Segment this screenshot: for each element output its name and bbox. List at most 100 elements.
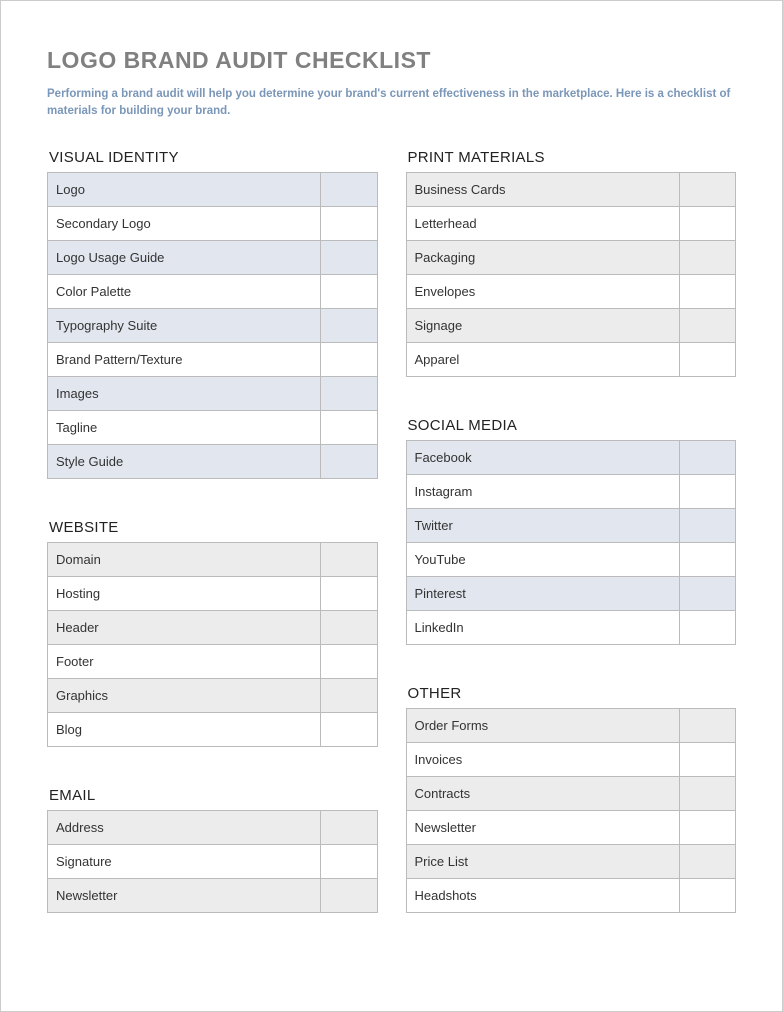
checklist-item-checkbox[interactable]: [679, 878, 735, 912]
checklist-item-checkbox[interactable]: [679, 274, 735, 308]
section-email: EMAILAddressSignatureNewsletter: [47, 787, 378, 913]
checklist-item-label: Headshots: [406, 878, 679, 912]
table-row: Price List: [406, 844, 736, 878]
checklist-item-label: Style Guide: [48, 444, 321, 478]
checklist-item-label: Contracts: [406, 776, 679, 810]
checklist-item-checkbox[interactable]: [679, 776, 735, 810]
table-row: Logo: [48, 172, 378, 206]
table-row: Letterhead: [406, 206, 736, 240]
section-heading: SOCIAL MEDIA: [406, 417, 737, 434]
checklist-item-checkbox[interactable]: [321, 410, 377, 444]
section-website: WEBSITE DomainHostingHeaderFooterGraphics…: [47, 519, 378, 747]
table-row: Headshots: [406, 878, 736, 912]
checklist-table: AddressSignatureNewsletter: [47, 810, 378, 913]
table-row: Apparel: [406, 342, 736, 376]
checklist-item-checkbox[interactable]: [321, 240, 377, 274]
checklist-item-checkbox[interactable]: [321, 376, 377, 410]
table-row: Invoices: [406, 742, 736, 776]
checklist-item-label: Envelopes: [406, 274, 679, 308]
checklist-item-label: Business Cards: [406, 172, 679, 206]
section-heading: WEBSITE: [47, 519, 378, 536]
checklist-item-label: Apparel: [406, 342, 679, 376]
checklist-item-checkbox[interactable]: [321, 576, 377, 610]
section-visual-identity: VISUAL IDENTITY LogoSecondary LogoLogo Us…: [47, 149, 378, 479]
checklist-item-checkbox[interactable]: [679, 206, 735, 240]
checklist-item-checkbox[interactable]: [679, 440, 735, 474]
checklist-item-checkbox[interactable]: [321, 206, 377, 240]
checklist-table: FacebookInstagramTwitterYouTubePinterest…: [406, 440, 737, 645]
checklist-item-label: Blog: [48, 712, 321, 746]
checklist-item-label: Order Forms: [406, 708, 679, 742]
section-other: OTHEROrder FormsInvoicesContractsNewslet…: [406, 685, 737, 913]
checklist-item-label: Logo: [48, 172, 321, 206]
table-row: Color Palette: [48, 274, 378, 308]
checklist-item-label: Color Palette: [48, 274, 321, 308]
checklist-item-checkbox[interactable]: [321, 810, 377, 844]
checklist-item-label: Price List: [406, 844, 679, 878]
checklist-item-label: Brand Pattern/Texture: [48, 342, 321, 376]
checklist-item-label: Pinterest: [406, 576, 679, 610]
section-heading: VISUAL IDENTITY: [47, 149, 378, 166]
checklist-item-checkbox[interactable]: [321, 844, 377, 878]
table-row: Logo Usage Guide: [48, 240, 378, 274]
checklist-item-checkbox[interactable]: [321, 172, 377, 206]
checklist-item-checkbox[interactable]: [321, 308, 377, 342]
table-row: LinkedIn: [406, 610, 736, 644]
table-row: Footer: [48, 644, 378, 678]
checklist-item-checkbox[interactable]: [321, 610, 377, 644]
table-row: Newsletter: [406, 810, 736, 844]
checklist-item-checkbox[interactable]: [679, 844, 735, 878]
checklist-item-checkbox[interactable]: [679, 810, 735, 844]
checklist-item-checkbox[interactable]: [679, 542, 735, 576]
checklist-item-label: Footer: [48, 644, 321, 678]
checklist-item-label: LinkedIn: [406, 610, 679, 644]
document-page: LOGO BRAND AUDIT CHECKLIST Performing a …: [0, 0, 783, 1012]
checklist-item-checkbox[interactable]: [679, 742, 735, 776]
checklist-item-label: Graphics: [48, 678, 321, 712]
table-row: Address: [48, 810, 378, 844]
checklist-item-checkbox[interactable]: [321, 878, 377, 912]
table-row: Packaging: [406, 240, 736, 274]
checklist-item-label: Invoices: [406, 742, 679, 776]
checklist-item-label: Newsletter: [48, 878, 321, 912]
checklist-item-checkbox[interactable]: [679, 576, 735, 610]
checklist-item-label: Address: [48, 810, 321, 844]
table-row: Twitter: [406, 508, 736, 542]
table-row: YouTube: [406, 542, 736, 576]
checklist-item-label: Facebook: [406, 440, 679, 474]
table-row: Header: [48, 610, 378, 644]
checklist-item-checkbox[interactable]: [321, 712, 377, 746]
table-row: Secondary Logo: [48, 206, 378, 240]
table-row: Graphics: [48, 678, 378, 712]
checklist-item-label: Newsletter: [406, 810, 679, 844]
table-row: Facebook: [406, 440, 736, 474]
checklist-item-checkbox[interactable]: [321, 444, 377, 478]
checklist-item-checkbox[interactable]: [321, 342, 377, 376]
checklist-item-label: Signature: [48, 844, 321, 878]
table-row: Brand Pattern/Texture: [48, 342, 378, 376]
checklist-item-checkbox[interactable]: [321, 644, 377, 678]
section-social-media: SOCIAL MEDIA FacebookInstagramTwitterYouT…: [406, 417, 737, 645]
table-row: Typography Suite: [48, 308, 378, 342]
checklist-item-checkbox[interactable]: [679, 342, 735, 376]
checklist-item-checkbox[interactable]: [679, 172, 735, 206]
columns-container: VISUAL IDENTITY LogoSecondary LogoLogo Us…: [47, 149, 736, 953]
checklist-item-checkbox[interactable]: [679, 610, 735, 644]
table-row: Blog: [48, 712, 378, 746]
table-row: Pinterest: [406, 576, 736, 610]
checklist-item-label: Letterhead: [406, 206, 679, 240]
checklist-item-checkbox[interactable]: [679, 508, 735, 542]
checklist-item-checkbox[interactable]: [679, 308, 735, 342]
table-row: Tagline: [48, 410, 378, 444]
checklist-item-checkbox[interactable]: [679, 240, 735, 274]
checklist-item-checkbox[interactable]: [321, 678, 377, 712]
checklist-item-checkbox[interactable]: [321, 542, 377, 576]
table-row: Contracts: [406, 776, 736, 810]
checklist-item-label: Packaging: [406, 240, 679, 274]
table-row: Hosting: [48, 576, 378, 610]
checklist-item-checkbox[interactable]: [679, 474, 735, 508]
checklist-table: DomainHostingHeaderFooterGraphicsBlog: [47, 542, 378, 747]
checklist-item-label: Domain: [48, 542, 321, 576]
checklist-item-checkbox[interactable]: [321, 274, 377, 308]
checklist-item-checkbox[interactable]: [679, 708, 735, 742]
